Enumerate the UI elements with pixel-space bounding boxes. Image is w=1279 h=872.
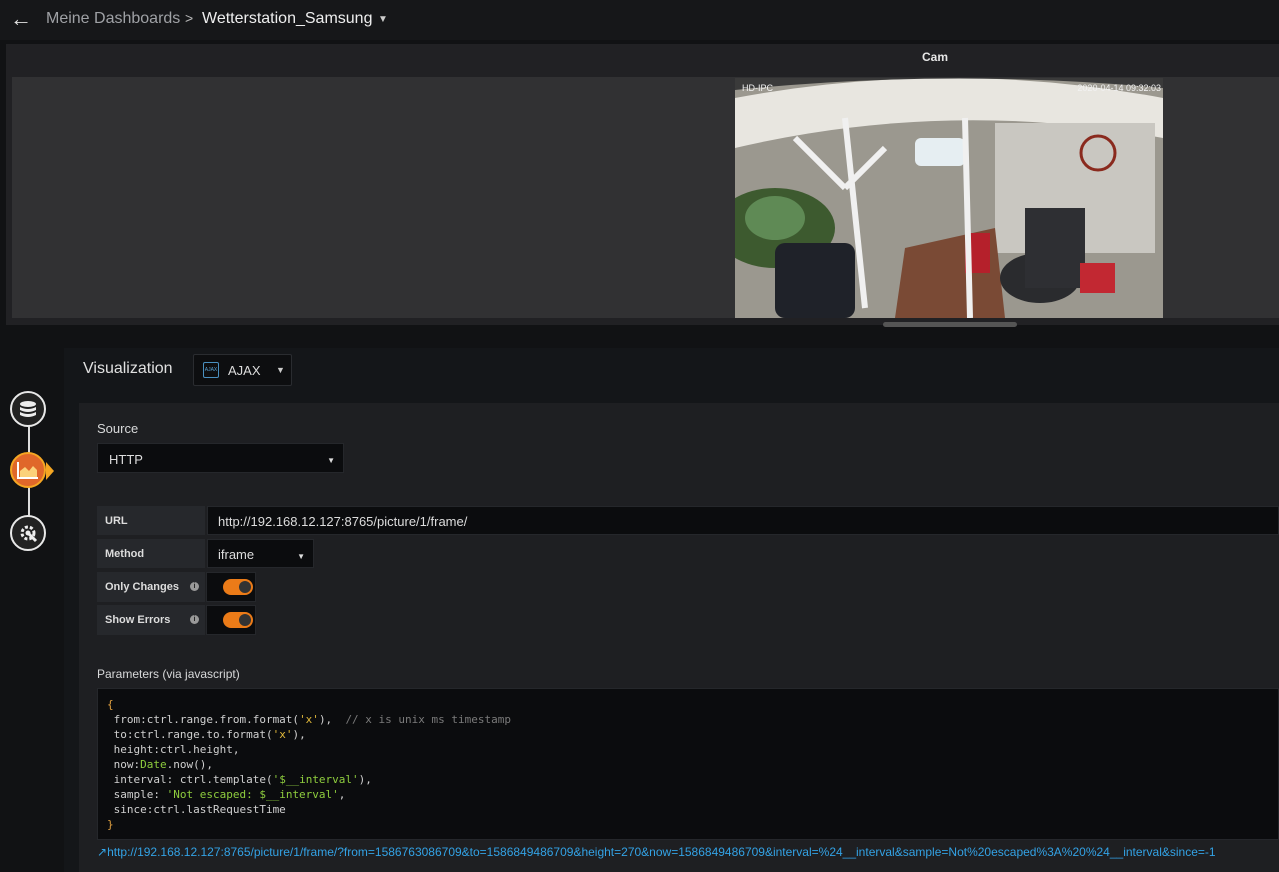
code-line: } bbox=[107, 818, 114, 831]
code-line: interval: ctrl.template('$__interval'), bbox=[107, 773, 372, 786]
code-line: since:ctrl.lastRequestTime bbox=[107, 803, 286, 816]
code-line: now:Date.now(), bbox=[107, 758, 213, 771]
preview-link[interactable]: ↗http://192.168.12.127:8765/picture/1/fr… bbox=[97, 845, 1216, 859]
source-select[interactable]: HTTP ▼ bbox=[97, 443, 344, 473]
method-value: iframe bbox=[218, 547, 255, 562]
source-label: Source bbox=[97, 421, 139, 436]
toggle-on[interactable] bbox=[223, 579, 253, 595]
caret-down-icon: ▼ bbox=[276, 365, 285, 375]
area-chart-icon[interactable] bbox=[10, 452, 46, 488]
only-changes-text: Only Changes bbox=[105, 581, 179, 593]
method-label: Method bbox=[97, 539, 205, 568]
info-icon[interactable]: i bbox=[190, 615, 199, 624]
visualization-value: AJAX bbox=[228, 363, 261, 378]
code-line: from:ctrl.range.from.format('x'), // x i… bbox=[107, 713, 512, 726]
preview-link-text: http://192.168.12.127:8765/picture/1/fra… bbox=[107, 845, 1216, 859]
toggle-on[interactable] bbox=[223, 612, 253, 628]
visualization-picker[interactable]: AJAX AJAX ▼ bbox=[193, 354, 292, 386]
show-errors-label: Show Errors i bbox=[97, 605, 205, 635]
ajax-icon: AJAX bbox=[203, 362, 219, 378]
url-input[interactable]: http://192.168.12.127:8765/picture/1/fra… bbox=[207, 506, 1279, 535]
code-line: { bbox=[107, 698, 114, 711]
code-line: height:ctrl.height, bbox=[107, 743, 240, 756]
active-step-pointer bbox=[46, 462, 54, 480]
url-label: URL bbox=[97, 506, 205, 535]
info-icon[interactable]: i bbox=[190, 582, 199, 591]
parameters-code-editor[interactable]: { from:ctrl.range.from.format('x'), // x… bbox=[97, 688, 1279, 840]
code-line: to:ctrl.range.to.format('x'), bbox=[107, 728, 306, 741]
camera-label: HD-IPC bbox=[742, 83, 773, 93]
only-changes-label: Only Changes i bbox=[97, 572, 205, 602]
caret-down-icon: ▼ bbox=[297, 552, 305, 561]
caret-down-icon[interactable]: ▼ bbox=[378, 14, 388, 25]
show-errors-text: Show Errors bbox=[105, 614, 171, 626]
code-line: sample: 'Not escaped: $__interval', bbox=[107, 788, 346, 801]
camera-timestamp: 2020-04-14 09:32:03 bbox=[1077, 83, 1161, 93]
arrow-left-icon[interactable]: ← bbox=[10, 6, 32, 32]
breadcrumb-parent[interactable]: Meine Dashboards bbox=[46, 10, 180, 28]
database-icon[interactable] bbox=[10, 391, 46, 427]
camera-image: HD-IPC 2020-04-14 09:32:03 bbox=[735, 78, 1163, 318]
method-select[interactable]: iframe ▼ bbox=[207, 539, 314, 568]
horizontal-scrollbar[interactable] bbox=[883, 322, 1017, 327]
parameters-label: Parameters (via javascript) bbox=[97, 667, 240, 681]
panel-title[interactable]: Cam bbox=[0, 50, 1279, 64]
only-changes-switch[interactable] bbox=[206, 572, 256, 602]
external-link-icon: ↗ bbox=[97, 845, 108, 859]
caret-down-icon: ▼ bbox=[327, 456, 335, 465]
source-value: HTTP bbox=[109, 452, 143, 467]
gear-wrench-icon[interactable] bbox=[10, 515, 46, 551]
breadcrumb-separator: > bbox=[185, 10, 194, 26]
show-errors-switch[interactable] bbox=[206, 605, 256, 635]
visualization-label: Visualization bbox=[83, 360, 173, 377]
dashboard-title[interactable]: Wetterstation_Samsung bbox=[202, 10, 372, 28]
